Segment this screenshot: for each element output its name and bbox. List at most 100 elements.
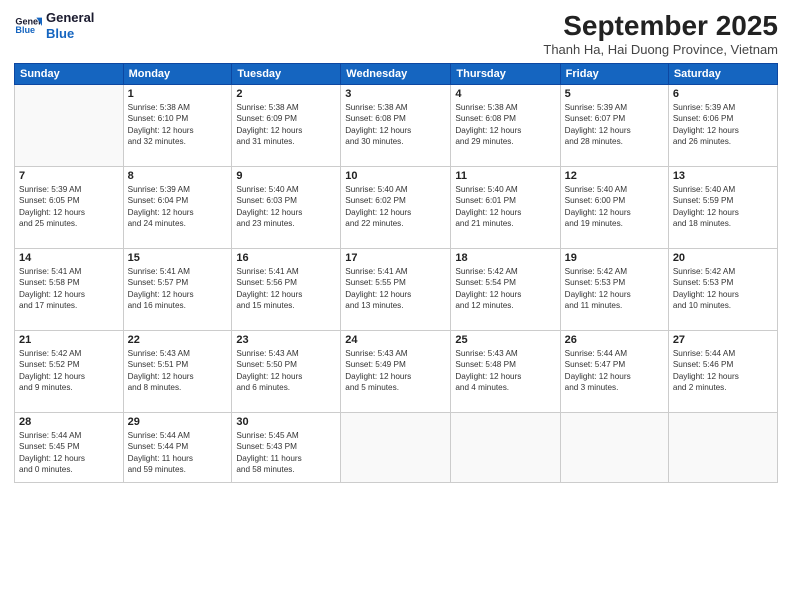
- weekday-row: SundayMondayTuesdayWednesdayThursdayFrid…: [15, 64, 778, 85]
- day-info: Sunrise: 5:44 AM Sunset: 5:46 PM Dayligh…: [673, 348, 773, 394]
- calendar-week-row: 7 Sunrise: 5:39 AM Sunset: 6:05 PM Daylig…: [15, 167, 778, 249]
- calendar-week-row: 1Sunrise: 5:38 AM Sunset: 6:10 PM Daylig…: [15, 85, 778, 167]
- svg-text:Blue: Blue: [15, 25, 35, 35]
- day-info: Sunrise: 5:44 AM Sunset: 5:45 PM Dayligh…: [19, 430, 119, 476]
- day-info: Sunrise: 5:40 AM Sunset: 6:01 PM Dayligh…: [455, 184, 555, 230]
- calendar-cell: 4 Sunrise: 5:38 AM Sunset: 6:08 PM Daylig…: [451, 85, 560, 167]
- calendar-cell: 27Sunrise: 5:44 AM Sunset: 5:46 PM Dayli…: [668, 331, 777, 413]
- day-info: Sunrise: 5:44 AM Sunset: 5:44 PM Dayligh…: [128, 430, 228, 476]
- calendar-cell: 28 Sunrise: 5:44 AM Sunset: 5:45 PM Dayli…: [15, 413, 124, 483]
- day-info: Sunrise: 5:39 AM Sunset: 6:04 PM Dayligh…: [128, 184, 228, 230]
- month-title: September 2025: [543, 10, 778, 42]
- day-number: 23: [236, 334, 336, 346]
- calendar-cell: 13Sunrise: 5:40 AM Sunset: 5:59 PM Dayli…: [668, 167, 777, 249]
- day-number: 22: [128, 334, 228, 346]
- calendar-week-row: 21Sunrise: 5:42 AM Sunset: 5:52 PM Dayli…: [15, 331, 778, 413]
- calendar-cell: 6 Sunrise: 5:39 AM Sunset: 6:06 PM Daylig…: [668, 85, 777, 167]
- day-info: Sunrise: 5:39 AM Sunset: 6:06 PM Dayligh…: [673, 102, 773, 148]
- calendar-cell: 23 Sunrise: 5:43 AM Sunset: 5:50 PM Dayli…: [232, 331, 341, 413]
- logo-icon: General Blue: [14, 12, 42, 40]
- weekday-header-monday: Monday: [123, 64, 232, 85]
- calendar-cell: 12 Sunrise: 5:40 AM Sunset: 6:00 PM Dayli…: [560, 167, 668, 249]
- weekday-header-friday: Friday: [560, 64, 668, 85]
- day-info: Sunrise: 5:42 AM Sunset: 5:53 PM Dayligh…: [565, 266, 664, 312]
- calendar-cell: [668, 413, 777, 483]
- day-number: 1: [128, 88, 228, 100]
- calendar-cell: 10Sunrise: 5:40 AM Sunset: 6:02 PM Dayli…: [341, 167, 451, 249]
- calendar-cell: 29 Sunrise: 5:44 AM Sunset: 5:44 PM Dayli…: [123, 413, 232, 483]
- calendar-cell: 18 Sunrise: 5:42 AM Sunset: 5:54 PM Dayli…: [451, 249, 560, 331]
- day-number: 6: [673, 88, 773, 100]
- calendar-cell: 15 Sunrise: 5:41 AM Sunset: 5:57 PM Dayli…: [123, 249, 232, 331]
- calendar-header: SundayMondayTuesdayWednesdayThursdayFrid…: [15, 64, 778, 85]
- day-info: Sunrise: 5:38 AM Sunset: 6:08 PM Dayligh…: [345, 102, 446, 148]
- day-number: 9: [236, 170, 336, 182]
- calendar-cell: [560, 413, 668, 483]
- calendar-cell: 2Sunrise: 5:38 AM Sunset: 6:09 PM Daylig…: [232, 85, 341, 167]
- day-number: 8: [128, 170, 228, 182]
- day-number: 20: [673, 252, 773, 264]
- day-number: 11: [455, 170, 555, 182]
- day-number: 2: [236, 88, 336, 100]
- title-block: September 2025 Thanh Ha, Hai Duong Provi…: [543, 10, 778, 57]
- day-number: 15: [128, 252, 228, 264]
- calendar-cell: [451, 413, 560, 483]
- day-info: Sunrise: 5:39 AM Sunset: 6:05 PM Dayligh…: [19, 184, 119, 230]
- calendar-cell: 21Sunrise: 5:42 AM Sunset: 5:52 PM Dayli…: [15, 331, 124, 413]
- calendar-cell: [341, 413, 451, 483]
- calendar-week-row: 28 Sunrise: 5:44 AM Sunset: 5:45 PM Dayli…: [15, 413, 778, 483]
- day-info: Sunrise: 5:41 AM Sunset: 5:57 PM Dayligh…: [128, 266, 228, 312]
- calendar-cell: 16 Sunrise: 5:41 AM Sunset: 5:56 PM Dayli…: [232, 249, 341, 331]
- day-info: Sunrise: 5:40 AM Sunset: 6:03 PM Dayligh…: [236, 184, 336, 230]
- logo-text-general: General: [46, 10, 94, 26]
- calendar-cell: 5Sunrise: 5:39 AM Sunset: 6:07 PM Daylig…: [560, 85, 668, 167]
- day-info: Sunrise: 5:42 AM Sunset: 5:53 PM Dayligh…: [673, 266, 773, 312]
- day-number: 18: [455, 252, 555, 264]
- day-number: 30: [236, 416, 336, 428]
- logo: General Blue General Blue: [14, 10, 94, 41]
- calendar-cell: 17 Sunrise: 5:41 AM Sunset: 5:55 PM Dayli…: [341, 249, 451, 331]
- page: General Blue General Blue September 2025…: [0, 0, 792, 612]
- calendar-cell: 3 Sunrise: 5:38 AM Sunset: 6:08 PM Daylig…: [341, 85, 451, 167]
- day-number: 4: [455, 88, 555, 100]
- calendar-cell: 8 Sunrise: 5:39 AM Sunset: 6:04 PM Daylig…: [123, 167, 232, 249]
- day-info: Sunrise: 5:43 AM Sunset: 5:50 PM Dayligh…: [236, 348, 336, 394]
- day-number: 16: [236, 252, 336, 264]
- day-number: 28: [19, 416, 119, 428]
- calendar-cell: 25 Sunrise: 5:43 AM Sunset: 5:48 PM Dayli…: [451, 331, 560, 413]
- day-info: Sunrise: 5:45 AM Sunset: 5:43 PM Dayligh…: [236, 430, 336, 476]
- day-number: 7: [19, 170, 119, 182]
- day-info: Sunrise: 5:38 AM Sunset: 6:08 PM Dayligh…: [455, 102, 555, 148]
- location-subtitle: Thanh Ha, Hai Duong Province, Vietnam: [543, 42, 778, 57]
- calendar-cell: 7 Sunrise: 5:39 AM Sunset: 6:05 PM Daylig…: [15, 167, 124, 249]
- day-number: 24: [345, 334, 446, 346]
- day-info: Sunrise: 5:43 AM Sunset: 5:48 PM Dayligh…: [455, 348, 555, 394]
- calendar-table: SundayMondayTuesdayWednesdayThursdayFrid…: [14, 63, 778, 483]
- day-info: Sunrise: 5:42 AM Sunset: 5:54 PM Dayligh…: [455, 266, 555, 312]
- day-number: 10: [345, 170, 446, 182]
- weekday-header-tuesday: Tuesday: [232, 64, 341, 85]
- day-number: 29: [128, 416, 228, 428]
- day-number: 17: [345, 252, 446, 264]
- day-info: Sunrise: 5:42 AM Sunset: 5:52 PM Dayligh…: [19, 348, 119, 394]
- day-info: Sunrise: 5:40 AM Sunset: 5:59 PM Dayligh…: [673, 184, 773, 230]
- day-info: Sunrise: 5:41 AM Sunset: 5:56 PM Dayligh…: [236, 266, 336, 312]
- calendar-cell: 1Sunrise: 5:38 AM Sunset: 6:10 PM Daylig…: [123, 85, 232, 167]
- calendar-cell: 9 Sunrise: 5:40 AM Sunset: 6:03 PM Daylig…: [232, 167, 341, 249]
- calendar-week-row: 14Sunrise: 5:41 AM Sunset: 5:58 PM Dayli…: [15, 249, 778, 331]
- day-info: Sunrise: 5:41 AM Sunset: 5:55 PM Dayligh…: [345, 266, 446, 312]
- weekday-header-thursday: Thursday: [451, 64, 560, 85]
- calendar-cell: 20 Sunrise: 5:42 AM Sunset: 5:53 PM Dayli…: [668, 249, 777, 331]
- calendar-cell: 19Sunrise: 5:42 AM Sunset: 5:53 PM Dayli…: [560, 249, 668, 331]
- weekday-header-wednesday: Wednesday: [341, 64, 451, 85]
- calendar-cell: 26Sunrise: 5:44 AM Sunset: 5:47 PM Dayli…: [560, 331, 668, 413]
- day-number: 12: [565, 170, 664, 182]
- header: General Blue General Blue September 2025…: [14, 10, 778, 57]
- day-number: 5: [565, 88, 664, 100]
- day-info: Sunrise: 5:40 AM Sunset: 6:00 PM Dayligh…: [565, 184, 664, 230]
- calendar-cell: 30 Sunrise: 5:45 AM Sunset: 5:43 PM Dayli…: [232, 413, 341, 483]
- calendar-cell: [15, 85, 124, 167]
- day-number: 3: [345, 88, 446, 100]
- calendar-cell: 22Sunrise: 5:43 AM Sunset: 5:51 PM Dayli…: [123, 331, 232, 413]
- day-number: 25: [455, 334, 555, 346]
